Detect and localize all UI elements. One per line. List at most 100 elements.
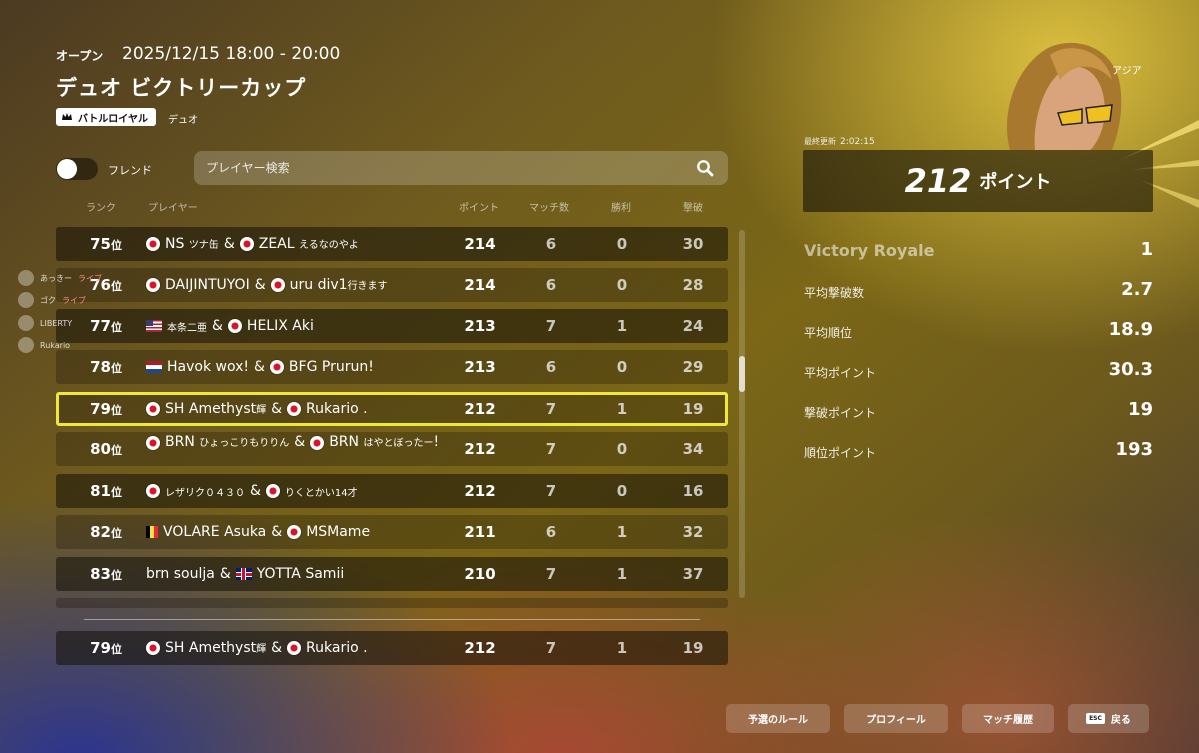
player-2[interactable]: BFG Prurun! xyxy=(289,359,374,375)
points-cell: 212 xyxy=(464,440,496,458)
friend-overlay-item[interactable]: Rukario xyxy=(18,337,70,353)
character-portrait xyxy=(1006,42,1122,150)
points-cell: 212 xyxy=(464,482,496,500)
stat-label: 平均撃破数 xyxy=(804,286,865,300)
player-2[interactable]: りくとかい14才 xyxy=(285,484,358,499)
friend-overlay-item[interactable]: ゴク ライブ xyxy=(18,292,86,308)
kills-cell: 37 xyxy=(682,565,704,583)
matches-cell: 7 xyxy=(545,482,557,500)
player-2[interactable]: ZEAL えるなのやよ xyxy=(259,236,359,252)
mode-badge-label: バトルロイヤル xyxy=(78,113,148,125)
points-cell: 212 xyxy=(464,639,496,657)
stat-label: 平均ポイント xyxy=(804,366,877,380)
scrollbar-thumb[interactable] xyxy=(739,356,745,392)
rank-cell: 79位 xyxy=(90,639,122,657)
col-header-kills: 撃破 xyxy=(683,203,703,214)
match-history-button[interactable]: マッチ履歴 xyxy=(962,704,1054,733)
team-cell: 本条二亜 & HELIX Aki xyxy=(146,309,314,343)
table-row[interactable]: 81位 レザリク０４３０ & りくとかい14才 212 7 0 16 xyxy=(56,474,728,508)
rank-cell: 81位 xyxy=(90,482,122,500)
table-row[interactable]: 77位 本条二亜 & HELIX Aki 213 7 1 24 xyxy=(56,309,728,343)
my-team-row[interactable]: 79位 SH Amethyst輝 & Rukario . 212 7 1 19 xyxy=(56,631,728,665)
wins-cell: 0 xyxy=(616,276,628,294)
jp-flag-icon xyxy=(146,237,160,251)
rank-cell: 83位 xyxy=(90,565,122,583)
player-2[interactable]: BRN はやとぼったー! xyxy=(329,434,439,452)
player-2[interactable]: uru div1行きます xyxy=(290,277,388,293)
table-row[interactable]: 78位 Havok wox! & BFG Prurun! 213 6 0 29 xyxy=(56,350,728,384)
esc-key-icon: ESC xyxy=(1086,713,1105,724)
player-2[interactable]: Rukario . xyxy=(306,401,368,417)
avatar xyxy=(18,337,34,353)
rank-cell: 75位 xyxy=(90,235,122,253)
table-row[interactable]: 83位 brn soulja & YOTTA Samii 210 7 1 37 xyxy=(56,557,728,591)
avatar xyxy=(18,292,34,308)
wins-cell: 1 xyxy=(616,639,628,657)
kills-cell: 19 xyxy=(682,400,704,418)
table-row[interactable]: 75位 NS ツナ缶 & ZEAL えるなのやよ 214 6 0 30 xyxy=(56,227,728,261)
table-row[interactable]: 80位 BRN ひょっこりもりりん & BRN はやとぼったー! 212 7 0… xyxy=(56,432,728,466)
stat-label: 平均順位 xyxy=(804,326,853,340)
matches-cell: 6 xyxy=(545,358,557,376)
last-updated: 最終更新 2:02:15 xyxy=(804,137,875,147)
friend-toggle[interactable] xyxy=(56,158,98,180)
wins-cell: 1 xyxy=(616,400,628,418)
team-cell: レザリク０４３０ & りくとかい14才 xyxy=(146,474,358,508)
divider xyxy=(84,619,700,620)
table-row[interactable]: 82位 VOLARE Asuka & MSMame 211 6 1 32 xyxy=(56,515,728,549)
player-1[interactable]: SH Amethyst輝 xyxy=(165,401,266,417)
total-points-value: 212 xyxy=(904,162,972,200)
player-1[interactable]: brn soulja xyxy=(146,566,215,582)
matches-cell: 6 xyxy=(545,523,557,541)
status-label: オープン xyxy=(56,49,104,63)
stat-label: 撃破ポイント xyxy=(804,406,877,420)
player-2[interactable]: YOTTA Samii xyxy=(257,566,345,582)
rank-cell: 79位 xyxy=(90,400,122,418)
kills-cell: 19 xyxy=(682,639,704,657)
search-input[interactable] xyxy=(194,151,728,185)
matches-cell: 7 xyxy=(545,317,557,335)
jp-flag-icon xyxy=(146,641,160,655)
search-box[interactable] xyxy=(194,151,728,185)
rank-cell: 80位 xyxy=(90,440,122,458)
matches-cell: 7 xyxy=(545,565,557,583)
jp-flag-icon xyxy=(265,484,280,498)
wins-cell: 0 xyxy=(616,482,628,500)
scrollbar-track[interactable] xyxy=(739,230,745,598)
player-1[interactable]: SH Amethyst輝 xyxy=(165,640,266,656)
jp-flag-icon xyxy=(310,436,325,450)
stat-label: Victory Royale xyxy=(804,241,935,260)
kills-cell: 29 xyxy=(682,358,704,376)
crown-icon xyxy=(62,113,72,120)
table-row-current-team[interactable]: 79位 SH Amethyst輝 & Rukario . 212 7 1 19 xyxy=(56,392,728,426)
team-cell: BRN ひょっこりもりりん & BRN はやとぼったー! xyxy=(146,432,456,466)
jp-flag-icon xyxy=(146,484,160,498)
player-1[interactable]: レザリク０４３０ xyxy=(165,484,245,499)
kills-cell: 24 xyxy=(682,317,704,335)
team-cell: Havok wox! & BFG Prurun! xyxy=(146,350,374,384)
kills-cell: 34 xyxy=(682,440,704,458)
friend-overlay-item[interactable]: あっきー ライブ xyxy=(18,270,102,286)
kills-cell: 32 xyxy=(682,523,704,541)
player-1[interactable]: Havok wox! xyxy=(167,359,249,375)
jp-flag-icon xyxy=(287,402,302,416)
player-1[interactable]: 本条二亜 xyxy=(167,319,207,334)
player-2[interactable]: MSMame xyxy=(306,524,370,540)
profile-button[interactable]: プロフィール xyxy=(844,704,948,733)
player-1[interactable]: DAIJINTUYOI xyxy=(165,277,250,293)
player-1[interactable]: NS ツナ缶 xyxy=(165,236,219,252)
player-2[interactable]: Rukario . xyxy=(306,640,368,656)
search-icon[interactable] xyxy=(696,159,714,177)
stat-value: 1 xyxy=(1140,239,1153,260)
rank-cell: 82位 xyxy=(90,523,122,541)
table-row[interactable]: 76位 DAIJINTUYOI & uru div1行きます 214 6 0 2… xyxy=(56,268,728,302)
player-2[interactable]: HELIX Aki xyxy=(247,318,314,334)
stat-value: 19 xyxy=(1127,399,1153,420)
team-cell: SH Amethyst輝 & Rukario . xyxy=(146,631,368,665)
rules-button[interactable]: 予選のルール xyxy=(726,704,830,733)
player-1[interactable]: BRN ひょっこりもりりん xyxy=(165,434,289,452)
stat-value: 30.3 xyxy=(1108,359,1153,380)
player-1[interactable]: VOLARE Asuka xyxy=(163,524,266,540)
friend-overlay-item[interactable]: LIBERTY xyxy=(18,315,72,331)
back-button[interactable]: ESC 戻る xyxy=(1068,704,1149,733)
